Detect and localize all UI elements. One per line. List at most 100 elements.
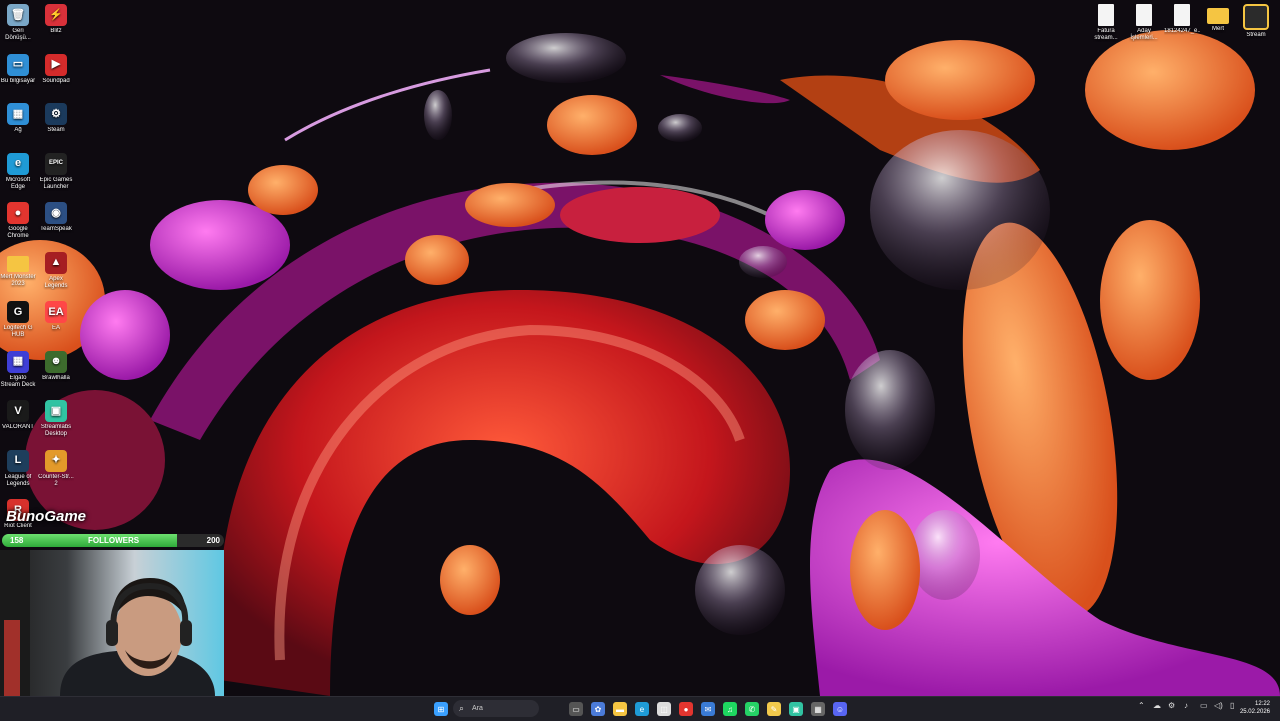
desktop-shortcut[interactable]: ◉ TeamSpeak (38, 202, 74, 233)
desktop-shortcut[interactable]: ▦ Ağ (0, 103, 36, 134)
desktop-file-label: Stream (1246, 32, 1266, 38)
cloud-icon[interactable]: ☁ (1153, 701, 1161, 710)
stream-deck-icon: ▦ (7, 350, 29, 373)
desktop-shortcut[interactable]: ▶ Soundpad (38, 53, 74, 85)
desktop-file[interactable]: Fatura stream... (1088, 4, 1124, 42)
clock-date: 25.02.2026 (1239, 709, 1270, 715)
recycle-bin-icon: 🗑 (7, 4, 29, 26)
desktop-shortcut[interactable]: EA EA (38, 301, 74, 332)
desktop-shortcut-label: Mert Monster 2023 (0, 273, 36, 287)
folder-icon (1207, 8, 1229, 24)
channel-brand: BunoGame (6, 508, 87, 525)
apex-icon: ▲ (45, 251, 67, 274)
desktop-shortcut[interactable]: EPIC Epic Games Launcher (38, 152, 74, 191)
followers-goal-bar: 158 FOLLOWERS 200 (2, 534, 224, 547)
mail-icon[interactable]: ✉ (701, 702, 715, 716)
desktop-file-label: 18124247_e... (1164, 28, 1200, 34)
desktop-shortcut[interactable]: ▣ Streamlabs Desktop (38, 400, 74, 438)
search-icon: ⌕ (459, 703, 465, 713)
desktop-shortcut[interactable]: G Logitech G HUB (0, 301, 36, 339)
streamlabs-icon: ▣ (45, 400, 67, 422)
desktop-shortcut[interactable]: ▲ Apex Legends (38, 251, 74, 290)
search-box[interactable]: ⌕ Ara (453, 700, 539, 717)
desktop-shortcut[interactable]: ● Google Chrome (0, 202, 36, 240)
steam-icon: ⚙ (45, 103, 67, 125)
desktop-file-label: Mert (1212, 26, 1224, 32)
desktop-shortcut-label: Epic Games Launcher (39, 176, 73, 190)
desktop-shortcut-label: Geri Dönüşü... (5, 28, 31, 41)
store-icon[interactable]: ◫ (657, 702, 671, 716)
valorant-icon: V (7, 400, 29, 422)
document-icon (1098, 4, 1114, 26)
edge-icon[interactable]: e (635, 702, 649, 716)
webcam-person-image (0, 550, 215, 696)
desktop-shortcut-label: Soundpad (42, 77, 70, 84)
desktop-file-label: Aday İşlemleri... (1130, 28, 1158, 41)
desktop-shortcut-label: Brawlhalla (42, 374, 70, 381)
desktop-shortcut-label: Streamlabs Desktop (40, 424, 72, 437)
volume-icon[interactable]: ◁) (1214, 701, 1223, 710)
notes-icon[interactable]: ✎ (767, 702, 781, 716)
league-icon: L (7, 449, 29, 472)
search-placeholder: Ara (472, 705, 483, 712)
desktop-shortcut[interactable]: Mert Monster 2023 (0, 252, 36, 288)
soundpad-icon: ▶ (45, 53, 67, 76)
desktop-file[interactable]: 18124247_e... (1164, 4, 1200, 35)
desktop-file[interactable]: Mert (1200, 4, 1236, 33)
desktop-shortcut-label: Microsoft Edge (5, 176, 31, 190)
followers-current: 158 (10, 536, 24, 545)
desktop-shortcut[interactable]: ✦ Counter-Str... 2 (38, 449, 74, 488)
streamlabs-icon[interactable]: ▣ (789, 702, 803, 716)
copilot-icon[interactable]: ✿ (591, 702, 605, 716)
desktop-shortcut[interactable]: ⚡ Blitz (38, 4, 74, 35)
followers-goal: 200 (206, 536, 220, 545)
desktop-shortcut-label: Blitz (50, 28, 62, 34)
calculator-icon[interactable]: ▦ (811, 702, 825, 716)
chrome-icon: ● (7, 202, 29, 224)
webcam-feed (0, 550, 224, 696)
desktop-shortcut-label: Bu bilgisayar (0, 77, 36, 84)
blitz-icon: ⚡ (45, 4, 67, 26)
desktop-shortcut-label: Steam (47, 127, 65, 133)
document-icon (1136, 4, 1152, 26)
file-explorer-icon[interactable]: ▬ (613, 702, 627, 716)
network-icon[interactable]: ▭ (1200, 701, 1208, 710)
desktop-shortcut-label: Counter-Str... 2 (38, 473, 74, 487)
desktop-file[interactable]: Aday İşlemleri... (1126, 4, 1162, 42)
desktop-shortcut-label: Elgato Stream Deck (0, 374, 36, 388)
start-icon[interactable]: ⊞ (434, 702, 448, 716)
desktop-shortcut-label: Logitech G HUB (3, 325, 33, 338)
desktop-shortcut[interactable]: ▭ Bu bilgisayar (0, 53, 36, 85)
taskbar: ⌕ Ara ⊞ ▭ ✿ ▬ e ◫ ● ✉ ♫ ✆ ✎ ▣ ▦ ☺ ⌃ ☁ ⚙ ♪ ▭ ◁) ▯ 12:2… (0, 696, 1280, 721)
whatsapp-icon[interactable]: ✆ (745, 702, 759, 716)
desktop-shortcut-label: VALORANT (2, 424, 34, 430)
show-hidden-icons-icon[interactable]: ⌃ (1138, 701, 1145, 710)
followers-label: FOLLOWERS (88, 536, 140, 545)
desktop-shortcut-label: TeamSpeak (40, 226, 72, 232)
desktop-file[interactable]: Stream (1238, 4, 1274, 39)
desktop-shortcut[interactable]: ⚙ Steam (38, 103, 74, 134)
desktop-shortcut-label: Ağ (14, 127, 22, 133)
discord-icon[interactable]: ☺ (833, 702, 847, 716)
desktop-shortcut[interactable]: L League of Legends (0, 449, 36, 488)
desktop-shortcut[interactable]: V VALORANT (0, 400, 36, 431)
desktop-shortcut[interactable]: ☻ Brawlhalla (38, 350, 74, 382)
brawlhalla-icon: ☻ (45, 350, 67, 373)
desktop-shortcut-label: Google Chrome (7, 226, 29, 239)
desktop-shortcut[interactable]: 🗑 Geri Dönüşü... (0, 4, 36, 42)
stream-folder-icon (1243, 4, 1269, 30)
cs2-icon: ✦ (45, 449, 67, 472)
desktop-shortcut[interactable]: ▦ Elgato Stream Deck (0, 350, 36, 389)
desktop-shortcut[interactable]: e Microsoft Edge (0, 152, 36, 191)
chrome-icon[interactable]: ● (679, 702, 693, 716)
folder-icon (7, 255, 29, 272)
steam-tray-icon[interactable]: ⚙ (1168, 701, 1175, 710)
epic-games-icon: EPIC (45, 152, 67, 175)
computer-icon: ▭ (7, 53, 29, 76)
mic-icon[interactable]: ♪ (1184, 701, 1188, 710)
spotify-icon[interactable]: ♫ (723, 702, 737, 716)
logitech-icon: G (7, 301, 29, 323)
task-view-icon[interactable]: ▭ (569, 702, 583, 716)
battery-icon[interactable]: ▯ (1230, 701, 1234, 710)
system-clock[interactable]: 12:22 25.02.2026 (1240, 700, 1270, 716)
